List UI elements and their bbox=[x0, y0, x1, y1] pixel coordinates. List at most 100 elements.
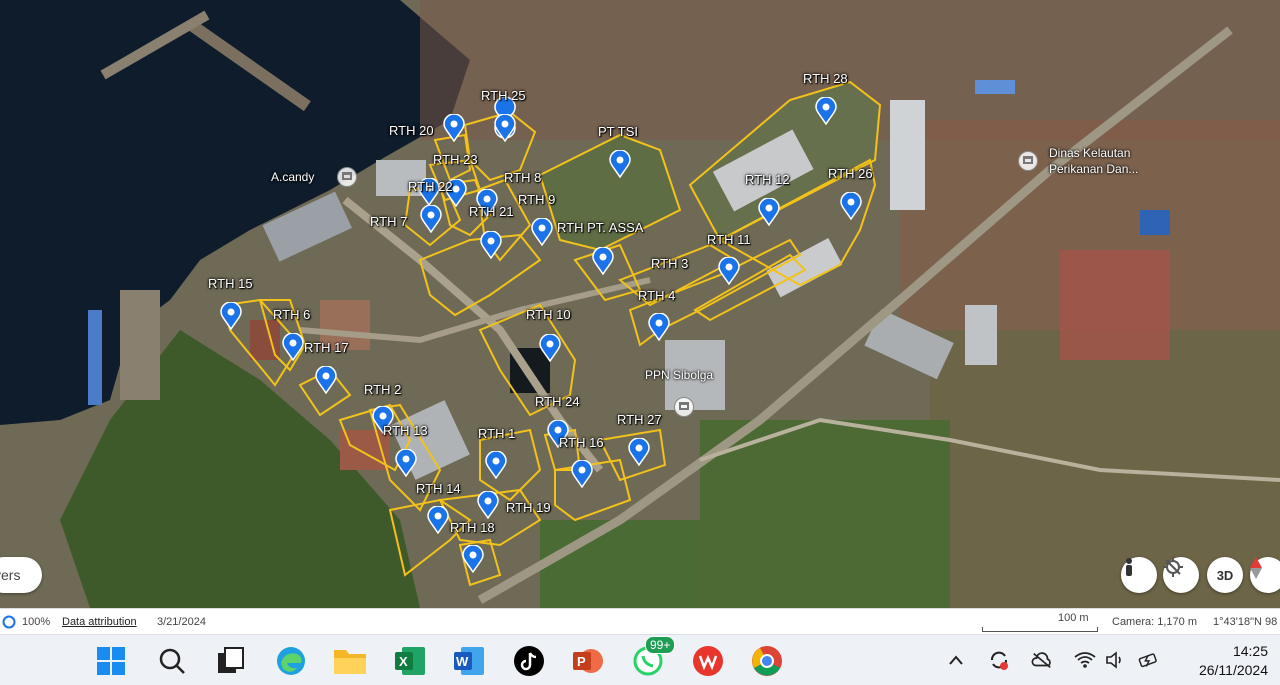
rth-21-label[interactable]: RTH 21 bbox=[469, 204, 514, 219]
start-button[interactable] bbox=[94, 644, 128, 678]
rth-4-label[interactable]: RTH 4 bbox=[638, 288, 675, 303]
rth-2-label[interactable]: RTH 2 bbox=[364, 382, 401, 397]
system-clock[interactable]: 14:25 26/11/2024 bbox=[1199, 642, 1268, 680]
rth-22-label[interactable]: RTH 22 bbox=[408, 179, 453, 194]
map-pin-icon[interactable] bbox=[539, 334, 561, 362]
map-pin-icon[interactable] bbox=[427, 506, 449, 534]
excel-button[interactable]: X bbox=[393, 644, 427, 678]
camera-altitude: Camera: 1,170 m bbox=[1112, 616, 1197, 628]
map-pin-icon[interactable] bbox=[395, 449, 417, 477]
tiktok-button[interactable] bbox=[512, 644, 546, 678]
map-pin-icon[interactable] bbox=[609, 150, 631, 178]
wifi-button[interactable] bbox=[1074, 649, 1096, 671]
onedrive-button[interactable] bbox=[1031, 649, 1053, 671]
map-pin-icon[interactable] bbox=[494, 114, 516, 142]
street-view-button[interactable] bbox=[1121, 557, 1157, 593]
edge-icon bbox=[277, 647, 305, 675]
map-pin-icon[interactable] bbox=[220, 302, 242, 330]
file-explorer-button[interactable] bbox=[333, 644, 367, 678]
zoom-level: 100% bbox=[22, 616, 51, 628]
map-pin-icon[interactable] bbox=[718, 257, 740, 285]
wps-button[interactable] bbox=[691, 644, 725, 678]
map-pin-icon[interactable] bbox=[531, 218, 553, 246]
compass-button[interactable] bbox=[1250, 557, 1280, 593]
task-view-icon bbox=[218, 647, 244, 673]
rth-23-label[interactable]: RTH 23 bbox=[433, 152, 478, 167]
volume-button[interactable] bbox=[1105, 649, 1127, 671]
rth-24-label[interactable]: RTH 24 bbox=[535, 394, 580, 409]
rth-16-label[interactable]: RTH 16 bbox=[559, 435, 604, 450]
rth-28-label[interactable]: RTH 28 bbox=[803, 71, 848, 86]
map-pin-icon[interactable] bbox=[571, 460, 593, 488]
rth-1-label[interactable]: RTH 1 bbox=[478, 426, 515, 441]
map-pin-icon[interactable] bbox=[420, 205, 442, 233]
map-pin-icon[interactable] bbox=[443, 114, 465, 142]
chrome-button[interactable] bbox=[750, 644, 784, 678]
powerpoint-icon: P bbox=[573, 649, 603, 673]
rth-25-label[interactable]: RTH 25 bbox=[481, 88, 526, 103]
map-pin-icon[interactable] bbox=[648, 313, 670, 341]
place-label-dinas-line1[interactable]: Dinas Kelautan bbox=[1049, 146, 1130, 160]
rth-3-label[interactable]: RTH 3 bbox=[651, 256, 688, 271]
map-pin-icon[interactable] bbox=[628, 438, 650, 466]
wps-icon bbox=[693, 646, 723, 676]
rth-12-label[interactable]: RTH 12 bbox=[745, 172, 790, 187]
tiktok-icon bbox=[514, 646, 544, 676]
layers-button[interactable]: yers bbox=[0, 557, 42, 593]
toggle-3d-label: 3D bbox=[1216, 567, 1234, 583]
rth-15-label[interactable]: RTH 15 bbox=[208, 276, 253, 291]
edge-button[interactable] bbox=[274, 644, 308, 678]
status-bar: 100% Data attribution 3/21/2024 100 m Ca… bbox=[0, 608, 1280, 635]
whatsapp-button[interactable]: 99+ bbox=[631, 636, 676, 678]
rth-20-label[interactable]: RTH 20 bbox=[389, 123, 434, 138]
scale-bar bbox=[982, 627, 1098, 632]
whatsapp-badge: 99+ bbox=[645, 636, 676, 654]
place-marker-icon[interactable] bbox=[1018, 151, 1038, 171]
show-hidden-icons-button[interactable] bbox=[945, 649, 967, 671]
pt-tsi-label[interactable]: PT TSI bbox=[598, 124, 638, 139]
powerpoint-button[interactable]: P bbox=[571, 644, 605, 678]
compass-icon bbox=[1250, 557, 1262, 579]
toggle-3d-button[interactable]: 3D bbox=[1207, 557, 1243, 593]
place-marker-icon[interactable] bbox=[337, 167, 357, 187]
place-label-ppn[interactable]: PPN Sibolga bbox=[645, 368, 713, 382]
map-pin-icon[interactable] bbox=[282, 333, 304, 361]
rth-19-label[interactable]: RTH 19 bbox=[506, 500, 551, 515]
my-location-button[interactable] bbox=[1163, 557, 1199, 593]
map-pin-icon[interactable] bbox=[485, 451, 507, 479]
rth-17-label[interactable]: RTH 17 bbox=[304, 340, 349, 355]
rth-pt-assa-label[interactable]: RTH PT. ASSA bbox=[557, 220, 643, 235]
rth-9-label[interactable]: RTH 9 bbox=[518, 192, 555, 207]
rth-18-label[interactable]: RTH 18 bbox=[450, 520, 495, 535]
map-pin-icon[interactable] bbox=[477, 491, 499, 519]
search-button[interactable] bbox=[155, 644, 189, 678]
rth-11-label[interactable]: RTH 11 bbox=[707, 232, 751, 247]
rth-13-label[interactable]: RTH 13 bbox=[383, 423, 428, 438]
layers-label: yers bbox=[0, 567, 21, 583]
map-pin-icon[interactable] bbox=[480, 231, 502, 259]
place-label-dinas-line2[interactable]: Perikanan Dan... bbox=[1049, 162, 1138, 176]
battery-button[interactable] bbox=[1138, 649, 1160, 671]
place-label-acandy[interactable]: A.candy bbox=[271, 170, 314, 184]
satellite-map[interactable]: RTH 25 RTH 20 RTH 23 RTH 8 RTH 22 RTH 9 … bbox=[0, 0, 1280, 608]
rth-14-label[interactable]: RTH 14 bbox=[416, 481, 461, 496]
place-marker-icon[interactable] bbox=[674, 397, 694, 417]
map-pin-icon[interactable] bbox=[758, 198, 780, 226]
rth-10-label[interactable]: RTH 10 bbox=[526, 307, 571, 322]
rth-6-label[interactable]: RTH 6 bbox=[273, 307, 310, 322]
rth-26-label[interactable]: RTH 26 bbox=[828, 166, 873, 181]
map-pin-icon[interactable] bbox=[815, 97, 837, 125]
data-attribution-link[interactable]: Data attribution bbox=[62, 616, 137, 628]
map-pin-icon[interactable] bbox=[840, 192, 862, 220]
rth-27-label[interactable]: RTH 27 bbox=[617, 412, 662, 427]
map-pin-icon[interactable] bbox=[462, 545, 484, 573]
scale-label: 100 m bbox=[1058, 612, 1089, 624]
task-view-button[interactable] bbox=[214, 644, 248, 678]
rth-7-label[interactable]: RTH 7 bbox=[370, 214, 407, 229]
map-imagery bbox=[0, 0, 1280, 608]
sync-tray-button[interactable] bbox=[988, 649, 1010, 671]
map-pin-icon[interactable] bbox=[592, 247, 614, 275]
rth-8-label[interactable]: RTH 8 bbox=[504, 170, 541, 185]
map-pin-icon[interactable] bbox=[315, 366, 337, 394]
word-button[interactable]: W bbox=[452, 644, 486, 678]
